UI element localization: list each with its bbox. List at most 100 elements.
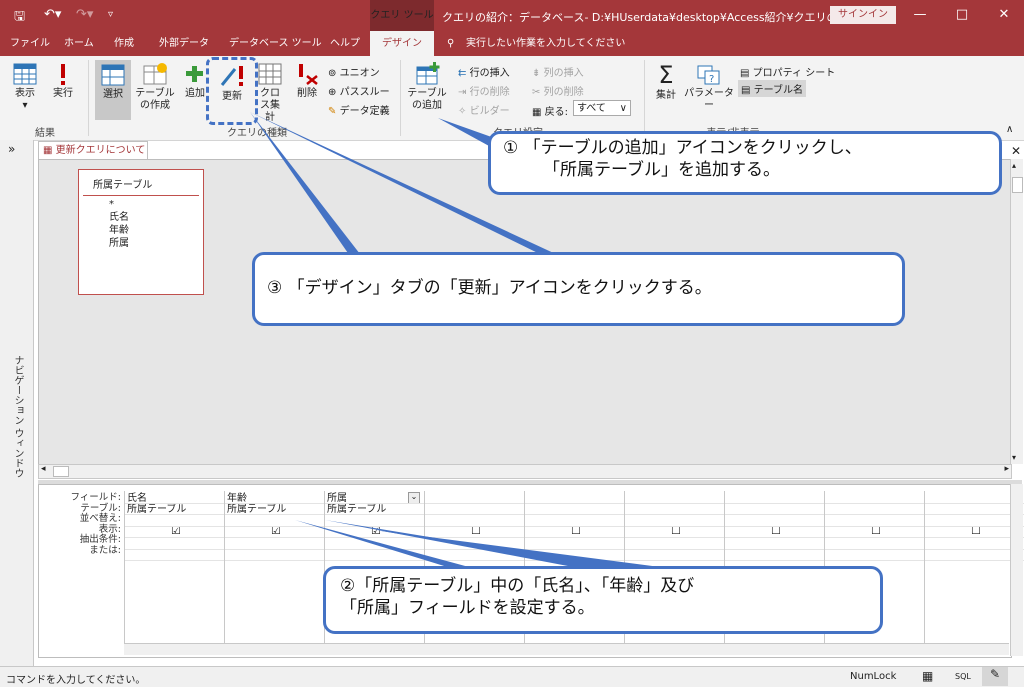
callout-step2-line2: 「所属」フィールドを設定する。 [340,598,595,618]
tab-home[interactable]: ホーム [64,31,94,56]
add-table-button[interactable]: テーブルの追加 [406,62,448,112]
grid-show-checkbox[interactable]: ☐ [571,525,581,536]
property-sheet-button[interactable]: ▤ プロパティ シート [740,64,835,79]
insert-rows-button[interactable]: ⇇ 行の挿入 [458,64,510,79]
grid-row-line [225,548,324,550]
nav-pane-toggle[interactable]: » [8,142,15,156]
grid-show-checkbox[interactable]: ☑ [171,525,181,536]
tab-external-data[interactable]: 外部データ [159,31,209,56]
callout-step3: ③ 「デザイン」タブの「更新」アイコンをクリックする。 [252,252,905,326]
union-button[interactable]: ⊚ ユニオン [328,64,380,79]
builder-button[interactable]: ✧ ビルダー [458,102,510,117]
minimize-button[interactable]: — [910,6,930,24]
sql-view-button[interactable]: SQL [955,672,971,681]
grid-row-line [425,537,524,538]
grid-row-line [125,548,224,550]
close-button[interactable]: ✕ [994,6,1014,24]
signin-button[interactable]: サインイン [830,6,896,24]
grid-row-line [525,548,624,550]
horizontal-scrollbar[interactable]: ◂ ▸ [38,464,1012,479]
document-tab[interactable]: ▦ 更新クエリについて [38,141,148,159]
tab-design[interactable]: デザイン [370,31,434,56]
grid-vscroll[interactable] [1010,484,1023,656]
return-value: すべて [577,103,606,114]
parameters-button[interactable]: ? パラメーター [684,62,734,112]
grid-hscroll[interactable] [124,643,1009,655]
run-label: 実行 [53,88,73,99]
make-table-label: テーブルの作成 [135,88,175,111]
grid-row-line [725,514,824,515]
field-all[interactable]: * [109,198,203,211]
grid-show-checkbox[interactable]: ☑ [371,525,381,536]
passthrough-label: パススルー [339,87,390,98]
grid-row-line [625,525,724,527]
field-name[interactable]: 氏名 [109,211,203,224]
vertical-scrollbar[interactable]: ▴ ▾ [1010,159,1023,464]
run-button[interactable]: 実行 [48,62,78,100]
datasheet-view-icon [13,63,37,85]
data-definition-button[interactable]: ✎ データ定義 [328,102,390,117]
collapse-ribbon-icon[interactable]: ∧ [1006,124,1013,135]
scroll-thumb[interactable] [1012,177,1023,193]
delete-label: 削除 [297,88,317,99]
passthrough-button[interactable]: ⊕ パススルー [328,83,390,98]
return-control: ▦ 戻る: [532,103,568,118]
delete-columns-button[interactable]: ✂ 列の削除 [532,83,584,98]
append-button[interactable]: 追加 [182,62,208,100]
table-names-button[interactable]: ▤ テーブル名 [738,80,807,97]
make-table-button[interactable]: テーブルの作成 [134,62,176,112]
grid-row-line [525,514,624,515]
grid-row-line [125,502,224,504]
grid-row-line [725,537,824,538]
close-document-icon[interactable]: ✕ [1011,144,1021,158]
restore-button[interactable]: □ [952,6,972,24]
grid-row-line [825,537,924,538]
field-age[interactable]: 年齢 [109,224,203,237]
crosstab-button[interactable]: クロス集計 [254,62,286,124]
query-type-group-label: クエリの種類 [227,128,287,139]
grid-row-line [125,525,224,527]
scroll-right-icon[interactable]: ▸ [1004,464,1009,474]
grid-row-line [325,514,424,515]
grid-row-line [225,525,324,527]
tab-create[interactable]: 作成 [114,31,134,56]
group-divider [88,60,89,136]
tab-help[interactable]: ヘルプ [330,31,360,56]
grid-show-checkbox[interactable]: ☑ [271,525,281,536]
insert-columns-button[interactable]: ⇟ 列の挿入 [532,64,584,79]
delete-rows-button[interactable]: ⇥ 行の削除 [458,83,510,98]
globe-icon: ⊕ [328,87,337,98]
union-icon: ⊚ [328,68,337,79]
save-icon[interactable]: 🖫 [14,7,25,29]
grid-show-checkbox[interactable]: ☐ [871,525,881,536]
totals-button[interactable]: Σ 集計 [652,62,680,102]
tab-database-tools[interactable]: データベース ツール [229,31,322,56]
grid-row-line [725,502,824,504]
scroll-up-icon[interactable]: ▴ [1012,161,1016,170]
delete-query-button[interactable]: 削除 [292,62,322,100]
undo-icon[interactable]: ↶▾ [44,7,61,22]
view-dropdown-icon: ▾ [22,100,28,111]
tell-me-search[interactable]: 実行したい作業を入力してください [466,31,625,56]
field-department[interactable]: 所属 [109,237,203,250]
grid-show-checkbox[interactable]: ☐ [771,525,781,536]
status-bar: コマンドを入力してください。 NumLock ▦ SQL ✎ [0,666,1024,687]
datasheet-view-status-icon[interactable]: ▦ [922,669,933,683]
callout-step3-text: ③ 「デザイン」タブの「更新」アイコンをクリックする。 [267,278,712,298]
scroll-down-icon[interactable]: ▾ [1012,453,1016,462]
grid-show-checkbox[interactable]: ☐ [671,525,681,536]
redo-icon[interactable]: ↷▾ [76,7,93,22]
grid-row-line [525,560,624,561]
scroll-left-icon[interactable]: ◂ [41,464,46,474]
view-button[interactable]: 表示 ▾ [8,62,42,112]
hscroll-thumb[interactable] [53,466,69,477]
table-field-list[interactable]: 所属テーブル * 氏名 年齢 所属 [78,169,204,295]
add-table-icon [416,62,440,85]
grid-show-checkbox[interactable]: ☐ [471,525,481,536]
tab-file[interactable]: ファイル [10,31,50,56]
design-view-icon[interactable]: ✎ [982,667,1008,686]
select-query-button[interactable]: 選択 [95,60,131,120]
return-select[interactable]: すべて ∨ [573,100,631,116]
customize-qat-icon[interactable]: ▿ [108,9,113,20]
grid-show-checkbox[interactable]: ☐ [971,525,981,536]
